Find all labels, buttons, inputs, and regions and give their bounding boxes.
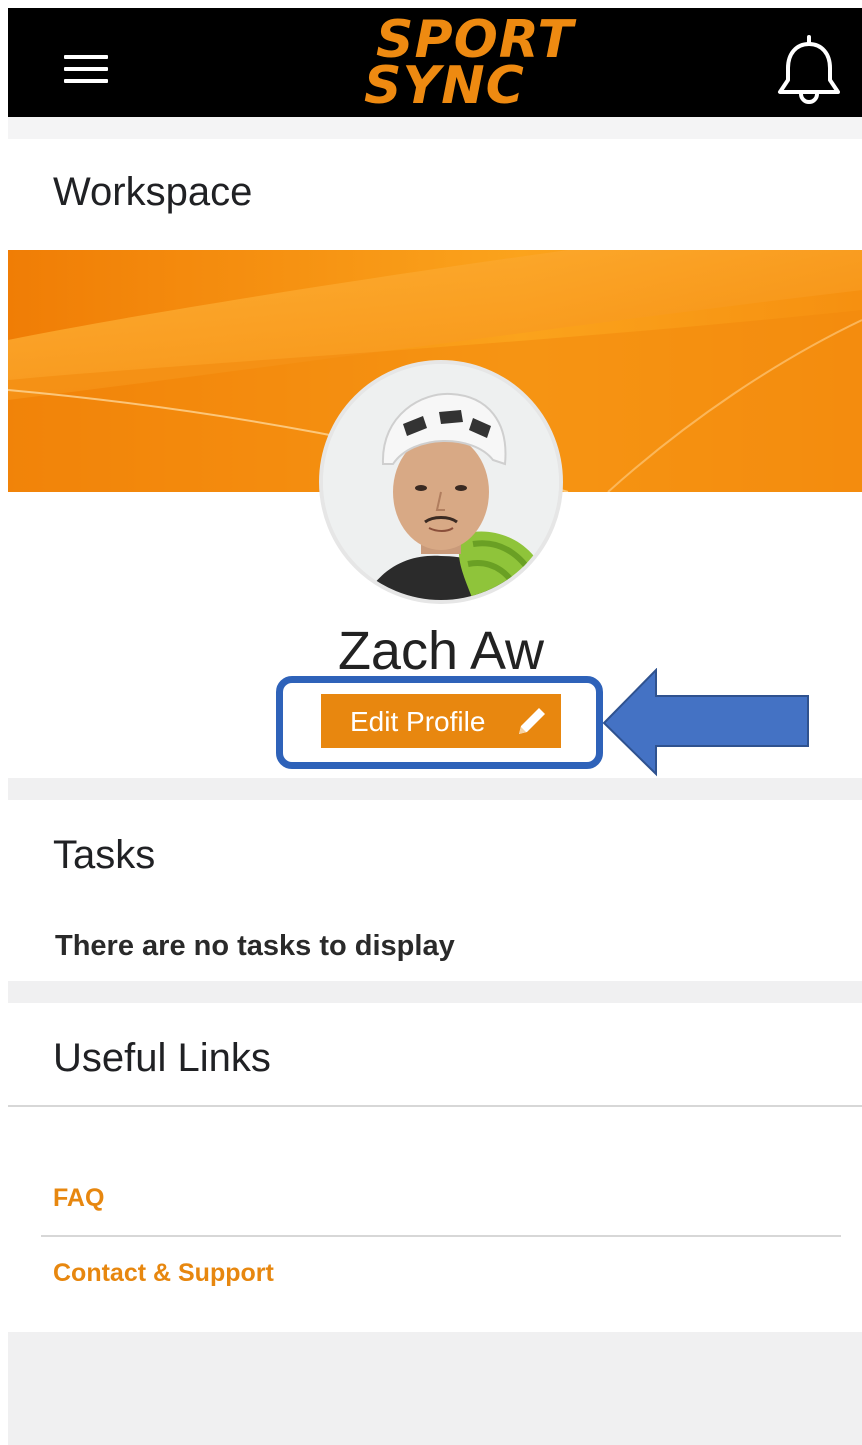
tasks-title: Tasks (53, 833, 156, 877)
screen: SPORT SYNC Workspace Zach Aw Edit Profil… (0, 0, 862, 1445)
logo-line-2: SYNC (364, 56, 525, 116)
divider (8, 1105, 862, 1107)
section-divider (8, 778, 862, 800)
hamburger-menu-icon[interactable] (64, 55, 108, 83)
contact-support-link[interactable]: Contact & Support (53, 1259, 274, 1288)
highlight-annotation-box (276, 676, 603, 769)
header-divider (8, 117, 862, 139)
app-header: SPORT SYNC (8, 8, 862, 117)
left-arrow-annotation-icon (602, 668, 809, 777)
bell-icon[interactable] (774, 34, 844, 106)
avatar-photo (323, 364, 559, 600)
workspace-title: Workspace (53, 170, 253, 214)
useful-links-title: Useful Links (53, 1036, 271, 1080)
divider (41, 1235, 841, 1237)
section-divider (8, 981, 862, 1003)
faq-link[interactable]: FAQ (53, 1184, 104, 1213)
profile-avatar[interactable] (319, 360, 563, 604)
tasks-empty-message: There are no tasks to display (55, 930, 455, 962)
app-logo[interactable]: SPORT SYNC (358, 14, 588, 118)
footer-area (8, 1332, 862, 1445)
